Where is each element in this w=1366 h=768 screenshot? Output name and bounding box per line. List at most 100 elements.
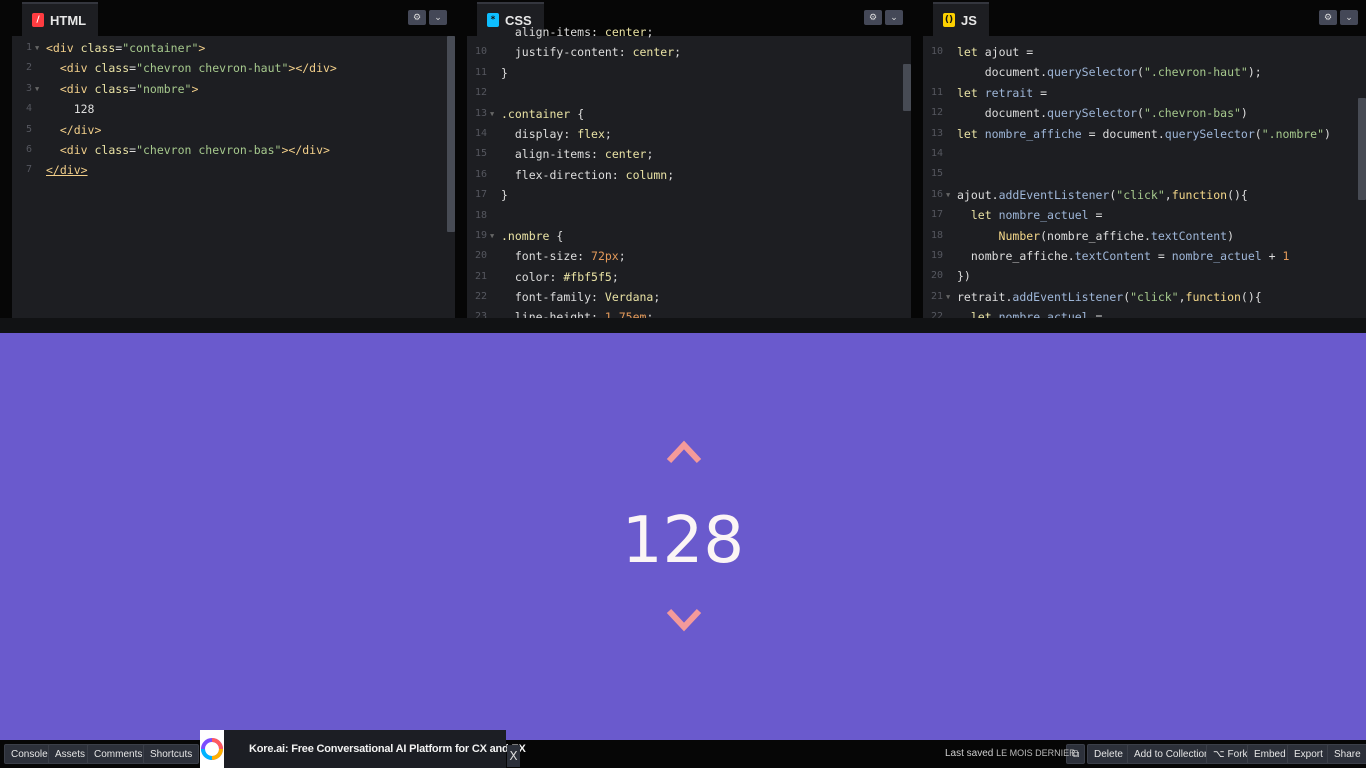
code-line[interactable]: document.querySelector(".chevron-haut");: [923, 62, 1366, 82]
code-line[interactable]: 21 color: #fbf5f5;: [467, 267, 911, 287]
code-text: document.querySelector(".chevron-haut");: [984, 65, 1262, 80]
js-editor-panel[interactable]: () JS ⚙ ⌄ 10 let ajout = document.querySe…: [923, 0, 1366, 318]
code-line[interactable]: 10 justify-content: center;: [467, 42, 911, 62]
resize-divider[interactable]: [0, 318, 1366, 333]
fork-icon: ⌥: [1213, 748, 1225, 760]
code-line[interactable]: 12: [467, 83, 911, 103]
code-line[interactable]: 19 ▼ .nombre {: [467, 226, 911, 246]
code-line[interactable]: 14 display: flex;: [467, 124, 911, 144]
line-number: 4: [25, 103, 32, 115]
code-line[interactable]: 21 ▼ retrait.addEventListener("click",func…: [923, 287, 1366, 307]
fold-arrow-icon[interactable]: ▼: [35, 79, 39, 99]
fold-arrow-icon[interactable]: ▼: [946, 287, 950, 307]
embed-button[interactable]: Embed: [1247, 744, 1293, 764]
share-button[interactable]: Share: [1327, 744, 1366, 764]
fold-arrow-icon[interactable]: ▼: [946, 185, 950, 205]
fold-arrow-icon[interactable]: ▼: [35, 38, 39, 58]
code-text: <div class="container">: [46, 41, 206, 55]
code-line[interactable]: 19 nombre_affiche.textContent = nombre_a…: [923, 246, 1366, 266]
code-line[interactable]: 4 128: [12, 99, 455, 119]
line-number: 6: [25, 143, 32, 155]
line-number: 5: [25, 123, 32, 135]
sponsor-ad[interactable]: Kore.ai: Free Conversational AI Platform…: [200, 730, 526, 768]
code-line[interactable]: 17}: [467, 185, 911, 205]
fold-arrow-icon[interactable]: ▼: [490, 104, 494, 124]
line-number: 11: [930, 86, 943, 98]
code-text: let ajout =: [957, 45, 1034, 59]
chevron-down-icon[interactable]: ⌄: [1340, 10, 1358, 25]
code-line[interactable]: 13 ▼ .container {: [467, 104, 911, 124]
code-line[interactable]: 12 document.querySelector(".chevron-bas"…: [923, 103, 1366, 123]
ad-close-button[interactable]: X: [507, 745, 520, 767]
line-number: 1: [25, 42, 32, 53]
chevron-down-icon[interactable]: ⌄: [429, 10, 447, 25]
gear-icon[interactable]: ⚙: [1319, 10, 1337, 25]
code-line[interactable]: 11}: [467, 63, 911, 83]
line-number: 21: [930, 290, 943, 302]
code-line[interactable]: 1 ▼ <div class="container">: [12, 38, 455, 58]
js-editor-tab[interactable]: () JS: [933, 2, 989, 36]
code-line[interactable]: 10 let ajout =: [923, 42, 1366, 62]
comments-button[interactable]: Comments: [87, 744, 150, 764]
code-line[interactable]: 14: [923, 144, 1366, 164]
code-line[interactable]: 11 let retrait =: [923, 83, 1366, 103]
code-line[interactable]: 2 <div class="chevron chevron-haut"></di…: [12, 58, 455, 78]
code-text: ajout.addEventListener("click",function(…: [957, 187, 1248, 202]
chevron-up-icon[interactable]: [666, 435, 702, 471]
result-preview: 128: [0, 333, 1366, 740]
assets-button[interactable]: Assets: [48, 744, 93, 764]
code-line[interactable]: 18 Number(nombre_affiche.textContent): [923, 226, 1366, 246]
code-text: </div>: [59, 122, 102, 137]
line-number: 15: [474, 148, 487, 160]
code-line[interactable]: 17 let nombre_actuel =: [923, 205, 1366, 225]
line-number: 17: [930, 209, 943, 221]
code-text: let nombre_affiche = document.querySelec…: [957, 126, 1331, 141]
last-saved-time: LE MOIS DERNIER: [996, 748, 1076, 758]
html-editor-header: / HTML ⚙ ⌄: [12, 0, 455, 36]
line-number: 12: [474, 87, 487, 99]
css-code[interactable]: align-items: center; 10 justify-content: …: [467, 22, 911, 318]
ad-text[interactable]: Kore.ai: Free Conversational AI Platform…: [249, 743, 526, 755]
code-line[interactable]: 15 align-items: center;: [467, 144, 911, 164]
code-line[interactable]: align-items: center;: [467, 22, 911, 42]
js-scrollbar[interactable]: [1358, 98, 1366, 200]
code-text: display: flex;: [514, 126, 612, 141]
code-line[interactable]: 13 let nombre_affiche = document.querySel…: [923, 124, 1366, 144]
gear-icon[interactable]: ⚙: [408, 10, 426, 25]
code-line[interactable]: 7 </div>: [12, 160, 455, 180]
line-number: 14: [474, 127, 487, 139]
code-line[interactable]: 6 <div class="chevron chevron-bas"></div…: [12, 140, 455, 160]
line-number: 19: [474, 229, 487, 241]
html-scrollbar[interactable]: [447, 36, 455, 232]
chevron-down-icon[interactable]: [666, 603, 702, 639]
code-line[interactable]: 22 let nombre_actuel =: [923, 307, 1366, 318]
code-line[interactable]: 20 font-size: 72px;: [467, 246, 911, 266]
export-button[interactable]: Export: [1287, 744, 1330, 764]
css-editor-panel[interactable]: * CSS ⚙ ⌄ align-items: center; 10 justify…: [467, 0, 911, 318]
html-code[interactable]: 1 ▼ <div class="container"> 2 <div class="c…: [12, 38, 455, 318]
code-line[interactable]: 15: [923, 164, 1366, 184]
code-text: .nombre {: [501, 228, 564, 243]
delete-button[interactable]: Delete: [1087, 744, 1130, 764]
add-to-collection-button[interactable]: Add to Collection: [1127, 744, 1217, 764]
code-line[interactable]: 23 line-height: 1.75em;: [467, 307, 911, 318]
css-scrollbar[interactable]: [903, 64, 911, 111]
code-text: <div class="nombre">: [59, 81, 199, 96]
code-line[interactable]: 18: [467, 206, 911, 226]
code-line[interactable]: 16 ▼ ajout.addEventListener("click",functi…: [923, 185, 1366, 205]
code-text: font-family: Verdana;: [514, 290, 661, 305]
fold-arrow-icon[interactable]: ▼: [490, 226, 494, 246]
code-line[interactable]: 20}): [923, 266, 1366, 286]
code-line[interactable]: 5 </div>: [12, 120, 455, 140]
editor-area: / HTML ⚙ ⌄ 1 ▼ <div class="container"> 2 <d…: [0, 0, 1366, 318]
line-number: 15: [930, 168, 943, 180]
code-line[interactable]: 3 ▼ <div class="nombre">: [12, 79, 455, 99]
js-code[interactable]: 10 let ajout = document.querySelector(".c…: [923, 42, 1366, 318]
html-editor-panel[interactable]: / HTML ⚙ ⌄ 1 ▼ <div class="container"> 2 <d…: [12, 0, 455, 318]
code-line[interactable]: 22 font-family: Verdana;: [467, 287, 911, 307]
html-editor-tab[interactable]: / HTML: [22, 2, 99, 36]
code-text: <div class="chevron chevron-bas"></div>: [59, 142, 330, 157]
code-line[interactable]: 16 flex-direction: column;: [467, 165, 911, 185]
js-editor-header: () JS ⚙ ⌄: [923, 0, 1366, 36]
shortcuts-button[interactable]: Shortcuts: [143, 744, 200, 764]
